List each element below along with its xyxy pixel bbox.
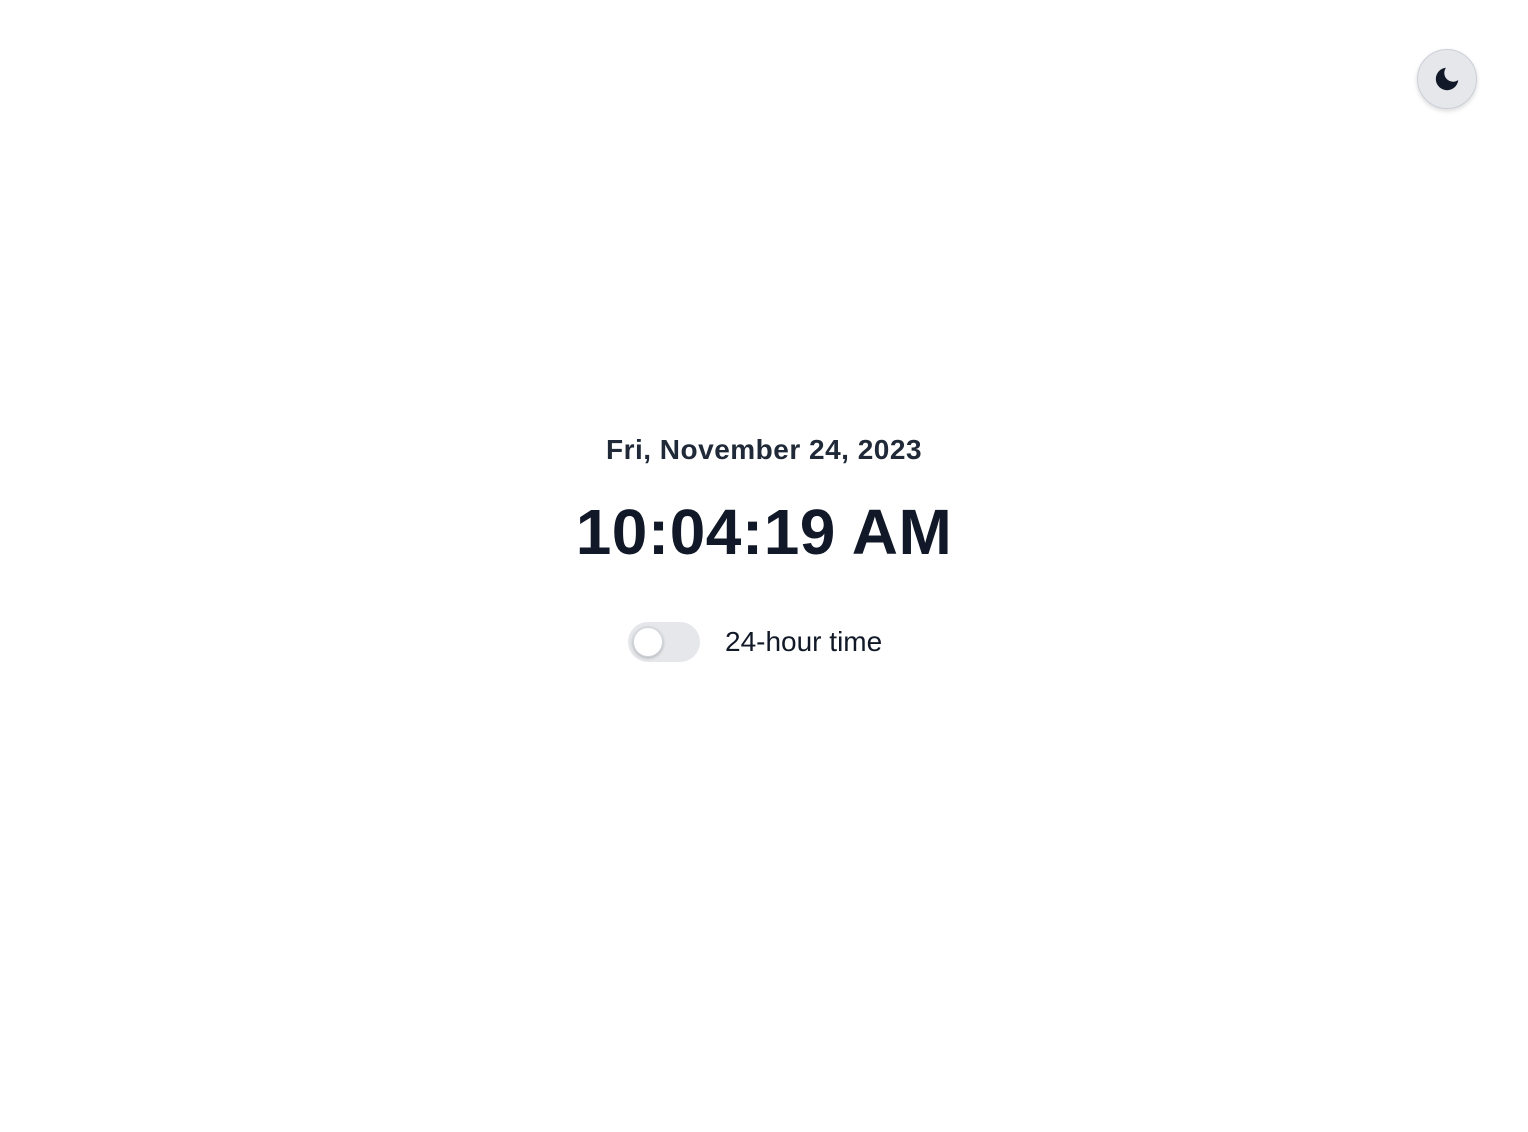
hour24-toggle-switch[interactable]: [628, 622, 700, 662]
time-display: 10:04:19 AM: [575, 496, 953, 568]
theme-toggle-button[interactable]: [1417, 49, 1477, 109]
toggle-knob: [633, 627, 663, 657]
moon-icon: [1432, 64, 1462, 94]
hour24-label: 24-hour time: [725, 626, 883, 657]
hour24-setting: 24-hour time: [628, 622, 882, 662]
clock-page: Fri, November 24, 2023 10:04:19 AM 24-ho…: [0, 0, 1528, 1132]
date-display: Fri, November 24, 2023: [605, 434, 923, 465]
